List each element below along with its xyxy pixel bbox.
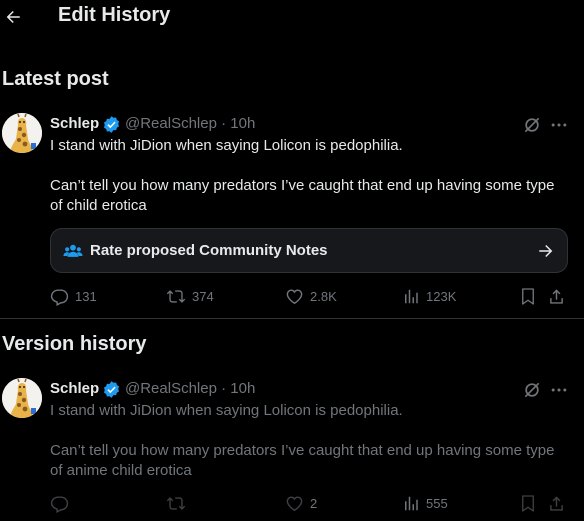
page-title: Edit History [58, 4, 171, 26]
version-history-heading: Version history [2, 333, 147, 355]
share-icon [550, 289, 563, 304]
community-notes-label: Rate proposed Community Notes [90, 242, 328, 259]
views-icon [405, 289, 418, 304]
like-count: 2 [310, 496, 318, 511]
post-text: I stand with JiDion when saying Lolicon … [50, 137, 555, 214]
like-icon [286, 289, 303, 305]
author-handle-time[interactable]: @RealSchlep · 10h [125, 380, 255, 397]
divider [0, 318, 584, 319]
avatar[interactable] [2, 113, 42, 153]
reply-button[interactable]: 131 [50, 287, 97, 306]
views-icon [405, 496, 418, 511]
avatar[interactable] [2, 378, 42, 418]
reply-icon [50, 289, 69, 306]
like-count: 2.8K [310, 289, 337, 304]
share-icon [550, 496, 563, 511]
back-arrow-icon [6, 11, 20, 23]
like-button[interactable]: 2 [285, 494, 317, 513]
bookmark-button[interactable] [519, 287, 537, 306]
views-count: 555 [426, 496, 448, 511]
back-button[interactable] [2, 6, 24, 28]
repost-button[interactable]: 374 [166, 287, 214, 306]
verified-badge-icon [103, 381, 120, 398]
bookmark-icon [522, 495, 534, 512]
giraffe-avatar-icon [2, 378, 42, 418]
grok-icon[interactable] [522, 115, 542, 135]
views-button[interactable]: 555 [402, 494, 448, 513]
grok-icon[interactable] [522, 380, 542, 400]
bookmark-icon [522, 288, 534, 305]
bookmark-button[interactable] [519, 494, 537, 513]
author-handle-time[interactable]: @RealSchlep · 10h [125, 115, 255, 132]
repost-icon [166, 290, 186, 303]
arrow-right-icon [539, 245, 553, 257]
reply-icon [50, 496, 69, 513]
reply-count: 131 [75, 289, 97, 304]
giraffe-avatar-icon [2, 113, 42, 153]
post-text: I stand with JiDion when saying Lolicon … [50, 402, 555, 479]
views-count: 123K [426, 289, 457, 304]
verified-badge-icon [103, 116, 120, 133]
author-name[interactable]: Schlep [50, 380, 99, 397]
rate-community-notes-button[interactable]: Rate proposed Community Notes [50, 228, 568, 273]
more-icon[interactable] [549, 380, 569, 400]
more-icon[interactable] [549, 115, 569, 135]
reply-button[interactable] [50, 494, 73, 513]
latest-post-heading: Latest post [2, 68, 109, 90]
repost-icon [166, 497, 186, 510]
author-name[interactable]: Schlep [50, 115, 99, 132]
like-icon [286, 496, 303, 512]
share-button[interactable] [547, 287, 566, 306]
repost-button[interactable] [166, 494, 190, 513]
share-button[interactable] [547, 494, 566, 513]
repost-count: 374 [192, 289, 214, 304]
community-notes-icon [63, 244, 83, 257]
like-button[interactable]: 2.8K [285, 287, 337, 306]
views-button[interactable]: 123K [402, 287, 456, 306]
